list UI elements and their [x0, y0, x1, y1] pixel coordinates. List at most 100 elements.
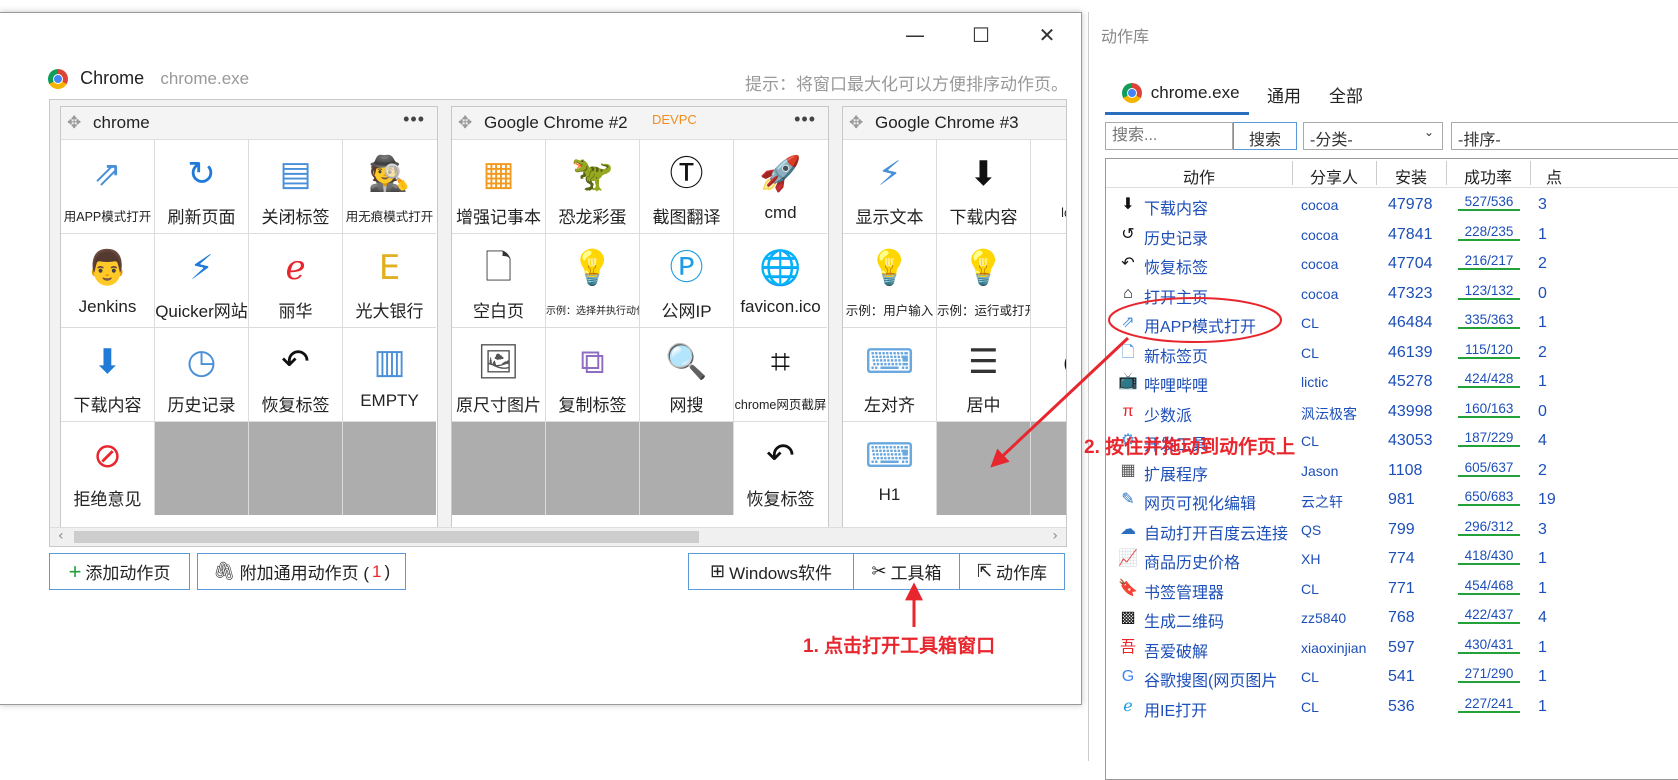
- empty-action-slot[interactable]: [1031, 422, 1066, 515]
- sharer-link[interactable]: cocoa: [1301, 197, 1381, 213]
- category-select[interactable]: -分类- ⌄: [1303, 122, 1443, 150]
- action-button[interactable]: ⬇ 下载内容: [61, 328, 154, 421]
- action-button[interactable]: ↶ 恢复标签: [249, 328, 342, 421]
- action-button[interactable]: ◷ 历史记录: [155, 328, 248, 421]
- action-name-link[interactable]: 扩展程序: [1144, 461, 1292, 485]
- scroll-left-icon[interactable]: ‹: [58, 528, 64, 544]
- column-points[interactable]: 点: [1546, 164, 1576, 188]
- table-row[interactable]: ▩ 生成二维码 zz5840 768 422/437 4: [1106, 603, 1678, 633]
- table-row[interactable]: 🗋 新标签页 CL 46139 115/120 2: [1106, 338, 1678, 368]
- maximize-button[interactable]: ☐: [956, 23, 1006, 47]
- action-name-link[interactable]: 谷歌搜图(网页图片: [1144, 667, 1292, 691]
- sharer-link[interactable]: Jason: [1301, 463, 1381, 479]
- action-button[interactable]: ⚡ Quicker网站: [155, 234, 248, 327]
- action-button[interactable]: ⇗ 用APP模式打开: [61, 140, 154, 233]
- table-row[interactable]: ⬇ 下载内容 cocoa 47978 527/536 3: [1106, 190, 1678, 220]
- action-button[interactable]: Ⓟ 公网IP: [640, 234, 733, 327]
- panel-header[interactable]: ✥ chrome •••: [61, 107, 437, 140]
- action-name-link[interactable]: 恢复标签: [1144, 254, 1292, 278]
- table-row[interactable]: ↺ 历史记录 cocoa 47841 228/235 1: [1106, 220, 1678, 250]
- action-button[interactable]: ⚡ 显示文本: [843, 140, 936, 233]
- action-library-button[interactable]: ⇱ 动作库: [959, 553, 1065, 590]
- sharer-link[interactable]: zz5840: [1301, 610, 1381, 626]
- table-row[interactable]: ✎ 网页可视化编辑 云之轩 981 650/683 19: [1106, 485, 1678, 515]
- action-name-link[interactable]: 自动打开百度云连接: [1144, 520, 1292, 544]
- empty-action-slot[interactable]: [343, 422, 436, 515]
- panel-header[interactable]: ✥ Google Chrome #3: [843, 107, 1066, 140]
- action-name-link[interactable]: 用IE打开: [1144, 697, 1292, 721]
- action-button[interactable]: 🌐 favicon.ico: [734, 234, 827, 327]
- sharer-link[interactable]: cocoa: [1301, 256, 1381, 272]
- table-row[interactable]: 📺 哔哩哔哩 lictic 45278 424/428 1: [1106, 367, 1678, 397]
- action-button[interactable]: ⌁快: [1031, 234, 1066, 327]
- sharer-link[interactable]: CL: [1301, 699, 1381, 715]
- scroll-right-icon[interactable]: ›: [1052, 528, 1058, 544]
- sharer-link[interactable]: cocoa: [1301, 286, 1381, 302]
- sharer-link[interactable]: xiaoxinjian: [1301, 640, 1381, 656]
- action-button[interactable]: Ⓣ 截图翻译: [640, 140, 733, 233]
- action-name-link[interactable]: 商品历史价格: [1144, 549, 1292, 573]
- empty-action-slot[interactable]: [249, 422, 342, 515]
- action-button[interactable]: 🖼 原尺寸图片: [452, 328, 545, 421]
- sharer-link[interactable]: CL: [1301, 433, 1381, 449]
- action-button[interactable]: 💡 示例：运行或打开: [937, 234, 1030, 327]
- table-row[interactable]: ⌂ 打开主页 cocoa 47323 123/132 0: [1106, 279, 1678, 309]
- action-name-link[interactable]: 书签管理器: [1144, 579, 1292, 603]
- sharer-link[interactable]: CL: [1301, 315, 1381, 331]
- table-row[interactable]: ▦ 扩展程序 Jason 1108 605/637 2: [1106, 456, 1678, 486]
- sharer-link[interactable]: CL: [1301, 669, 1381, 685]
- sharer-link[interactable]: 云之轩: [1301, 492, 1381, 512]
- attach-common-page-button[interactable]: 🖇 附加通用动作页 ( 1 ): [197, 553, 406, 590]
- move-handle-icon[interactable]: ✥: [849, 113, 863, 133]
- minimize-button[interactable]: —: [890, 23, 940, 47]
- action-button[interactable]: ☰ 居中: [937, 328, 1030, 421]
- action-name-link[interactable]: 少数派: [1144, 402, 1292, 426]
- more-options-icon[interactable]: •••: [794, 109, 816, 130]
- tab-common[interactable]: 通用: [1267, 82, 1301, 112]
- action-button[interactable]: ⌗ chrome网页截屏: [734, 328, 827, 421]
- table-row[interactable]: ⇗ 用APP模式打开 CL 46484 335/363 1: [1106, 308, 1678, 338]
- table-row[interactable]: ☁ 自动打开百度云连接 QS 799 296/312 3: [1106, 515, 1678, 545]
- empty-action-slot[interactable]: [452, 422, 545, 515]
- action-button[interactable]: ⬇ 下载内容: [937, 140, 1030, 233]
- close-button[interactable]: ✕: [1022, 23, 1072, 47]
- action-button[interactable]: 👨 Jenkins: [61, 234, 154, 327]
- action-name-link[interactable]: 用APP模式打开: [1144, 313, 1292, 337]
- sharer-link[interactable]: lictic: [1301, 374, 1381, 390]
- more-options-icon[interactable]: •••: [403, 109, 425, 130]
- action-name-link[interactable]: 历史记录: [1144, 225, 1292, 249]
- column-success-rate[interactable]: 成功率: [1446, 164, 1530, 188]
- action-button[interactable]: 💡 示例：用户输入: [843, 234, 936, 327]
- sharer-link[interactable]: 沨沄极客: [1301, 404, 1381, 424]
- action-button[interactable]: 🗋 空白页: [452, 234, 545, 327]
- action-name-link[interactable]: 网页可视化编辑: [1144, 490, 1292, 514]
- action-button[interactable]: 💡 示例：选择并执行动作: [546, 234, 639, 327]
- windows-software-button[interactable]: ⊞ Windows软件: [688, 553, 854, 590]
- action-button[interactable]: 🚀 cmd: [734, 140, 827, 233]
- sort-select[interactable]: -排序-: [1451, 122, 1678, 150]
- empty-action-slot[interactable]: [640, 422, 733, 515]
- tab-chrome-exe[interactable]: chrome.exe: [1105, 82, 1249, 115]
- move-handle-icon[interactable]: ✥: [67, 113, 81, 133]
- action-button[interactable]: ⌨ H1: [843, 422, 936, 515]
- table-row[interactable]: π 少数派 沨沄极客 43998 160/163 0: [1106, 397, 1678, 427]
- scrollbar-thumb[interactable]: [74, 531, 699, 543]
- action-button[interactable]: ↻ 刷新页面: [155, 140, 248, 233]
- horizontal-scrollbar[interactable]: ‹ ›: [50, 527, 1066, 546]
- action-button[interactable]: 🦖 恐龙彩蛋: [546, 140, 639, 233]
- action-button[interactable]: ↶ 恢复标签: [734, 422, 827, 515]
- action-button[interactable]: ▥ EMPTY: [343, 328, 436, 421]
- action-button[interactable]: ⌨ 左对齐: [843, 328, 936, 421]
- action-button[interactable]: ▤ 关闭标签: [249, 140, 342, 233]
- action-button[interactable]: ◐语: [1031, 328, 1066, 421]
- table-row[interactable]: G 谷歌搜图(网页图片 CL 541 271/290 1: [1106, 662, 1678, 692]
- toolbox-button[interactable]: ✂ 工具箱: [853, 553, 960, 590]
- search-input[interactable]: [1105, 122, 1233, 150]
- sharer-link[interactable]: cocoa: [1301, 227, 1381, 243]
- sharer-link[interactable]: XH: [1301, 551, 1381, 567]
- action-button[interactable]: ⊘ 拒绝意见: [61, 422, 154, 515]
- action-name-link[interactable]: 下载内容: [1144, 195, 1292, 219]
- action-button[interactable]: ▮ lconfc: [1031, 140, 1066, 233]
- action-name-link[interactable]: 新标签页: [1144, 343, 1292, 367]
- action-name-link[interactable]: 哔哩哔哩: [1144, 372, 1292, 396]
